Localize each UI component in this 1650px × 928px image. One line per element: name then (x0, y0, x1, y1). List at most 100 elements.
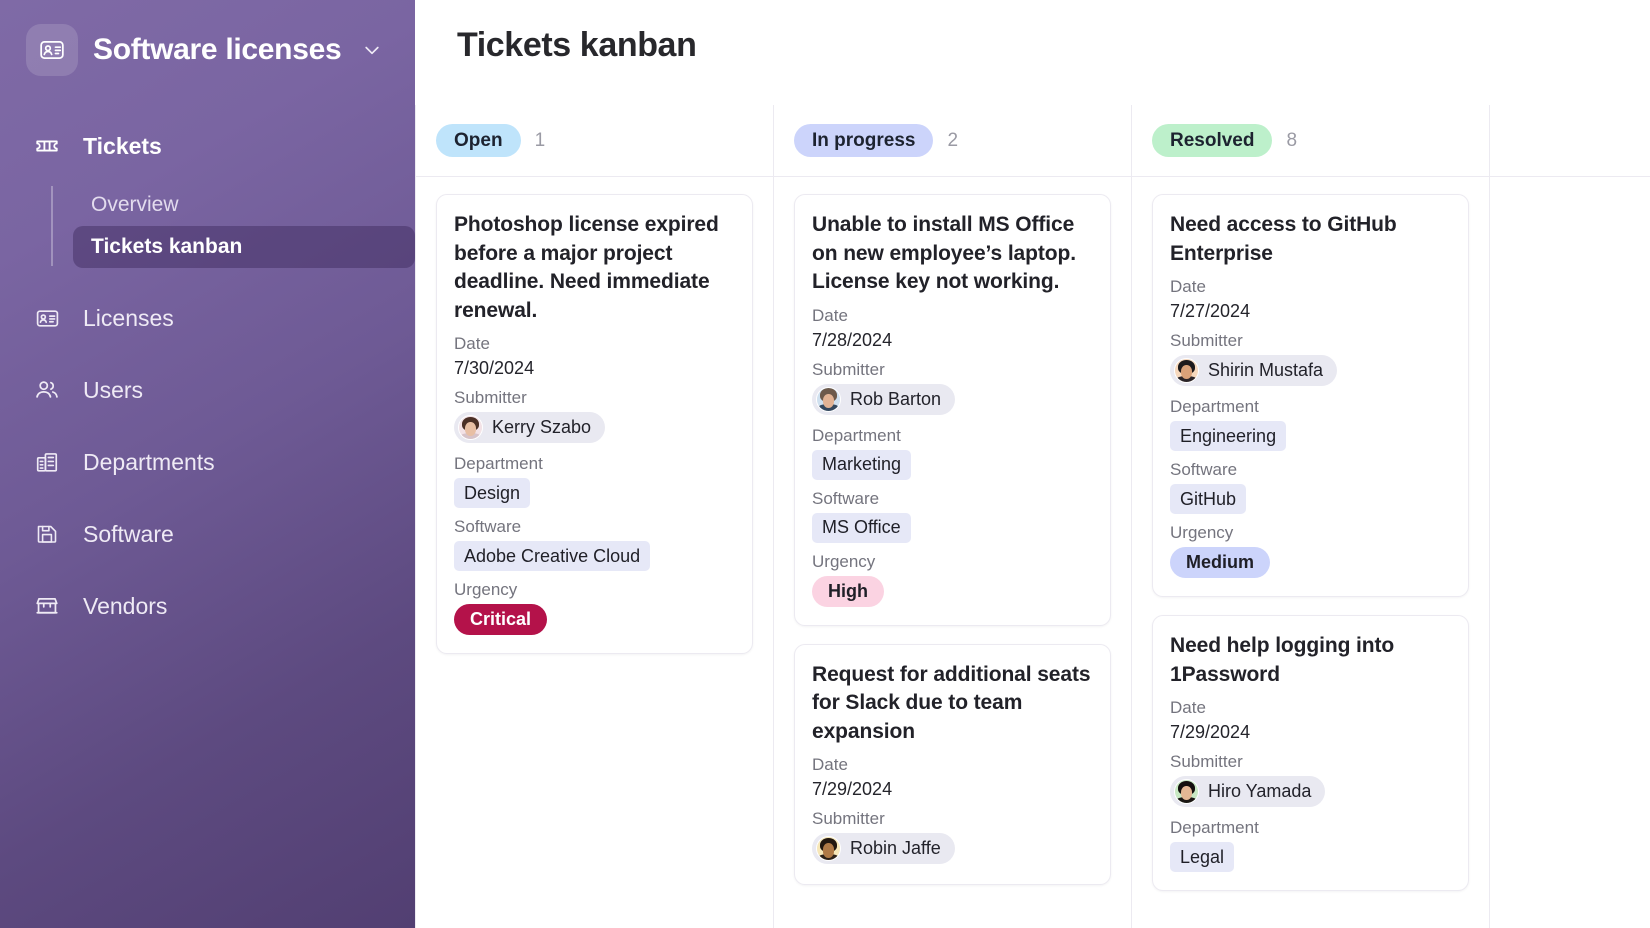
urgency-badge[interactable]: High (812, 575, 884, 607)
field-label-submitter: Submitter (454, 388, 527, 408)
sidebar-item-tickets[interactable]: Tickets (0, 124, 415, 168)
kanban-column-open: Open 1 Photoshop license expired before … (415, 105, 773, 928)
sidebar-item-licenses[interactable]: Licenses (0, 296, 415, 340)
software-tag[interactable]: GitHub (1170, 484, 1247, 515)
sidebar-item-vendors[interactable]: Vendors (0, 584, 415, 628)
sidebar-item-label: Licenses (83, 304, 174, 331)
sidebar-subitem-overview[interactable]: Overview (73, 184, 415, 226)
building-icon (33, 450, 61, 475)
software-tag[interactable]: MS Office (812, 512, 911, 543)
field-label-software: Software (1170, 460, 1238, 480)
sidebar-item-label: Vendors (83, 592, 168, 619)
field-label-software: Software (454, 517, 522, 537)
workspace-name: Software licenses (93, 33, 342, 66)
field-value-date: 7/29/2024 (1170, 722, 1251, 743)
avatar (458, 415, 483, 441)
sidebar-item-label: Tickets (83, 132, 162, 159)
status-badge[interactable]: Open (436, 124, 521, 157)
ticket-card[interactable]: Photoshop license expired before a major… (436, 194, 753, 655)
field-label-submitter: Submitter (1170, 331, 1243, 351)
kanban-column-next (1489, 105, 1650, 928)
card-title: Request for additional seats for Slack d… (812, 662, 1091, 743)
storefront-icon (33, 593, 61, 619)
sidebar-item-label: Departments (83, 448, 215, 475)
ticket-card[interactable]: Need help logging into 1Password Date 7/… (1152, 615, 1469, 892)
card-title: Need help logging into 1Password (1170, 634, 1395, 686)
card-title: Photoshop license expired before a major… (454, 213, 719, 322)
avatar (1174, 779, 1199, 805)
submitter-chip[interactable]: Shirin Mustafa (1170, 355, 1338, 387)
department-tag[interactable]: Design (454, 478, 531, 509)
avatar (816, 836, 841, 862)
sidebar-subnav-tickets: Overview Tickets kanban (0, 184, 415, 268)
column-count: 8 (1286, 129, 1298, 151)
kanban-column-resolved: Resolved 8 Need access to GitHub Enterpr… (1131, 105, 1489, 928)
department-tag[interactable]: Engineering (1170, 421, 1287, 452)
sidebar-item-software[interactable]: Software (0, 512, 415, 556)
kanban-board: Open 1 Photoshop license expired before … (415, 105, 1650, 928)
submitter-chip[interactable]: Rob Barton (812, 383, 956, 415)
column-cards: Need access to GitHub Enterprise Date 7/… (1152, 177, 1469, 892)
submitter-name: Kerry Szabo (492, 417, 592, 438)
contact-card-icon (26, 24, 78, 76)
kanban-column-in-progress: In progress 2 Unable to install MS Offic… (773, 105, 1131, 928)
submitter-chip[interactable]: Robin Jaffe (812, 833, 955, 865)
column-header: Resolved 8 (1132, 105, 1489, 177)
field-value-date: 7/30/2024 (454, 358, 535, 379)
column-header: Open 1 (416, 105, 773, 177)
card-title: Need access to GitHub Enterprise (1170, 213, 1397, 265)
status-badge[interactable]: In progress (794, 124, 934, 157)
license-card-icon (33, 306, 61, 331)
submitter-chip[interactable]: Hiro Yamada (1170, 776, 1326, 808)
app-root: Software licenses Tickets Overview Ticke… (0, 0, 1650, 928)
column-header: In progress 2 (774, 105, 1131, 177)
ticket-card[interactable]: Unable to install MS Office on new emplo… (794, 194, 1111, 626)
field-value-date: 7/28/2024 (812, 329, 893, 350)
field-label-date: Date (812, 305, 848, 325)
field-label-urgency: Urgency (454, 580, 518, 600)
workspace-switcher[interactable]: Software licenses (0, 22, 415, 78)
field-label-urgency: Urgency (1170, 523, 1234, 543)
ticket-icon (33, 133, 61, 159)
sidebar-subitem-label: Overview (91, 193, 179, 216)
department-tag[interactable]: Legal (1170, 842, 1235, 873)
floppy-disk-icon (33, 522, 61, 546)
field-value-date: 7/29/2024 (812, 779, 893, 800)
submitter-name: Hiro Yamada (1208, 781, 1312, 802)
ticket-card[interactable]: Request for additional seats for Slack d… (794, 643, 1111, 886)
chevron-down-icon[interactable] (362, 40, 382, 60)
field-value-date: 7/27/2024 (1170, 301, 1251, 322)
field-label-submitter: Submitter (812, 359, 885, 379)
sidebar-subitem-tickets-kanban[interactable]: Tickets kanban (73, 226, 415, 268)
card-title: Unable to install MS Office on new emplo… (812, 213, 1076, 294)
page-title: Tickets kanban (457, 26, 697, 64)
field-label-date: Date (454, 334, 490, 354)
submitter-chip[interactable]: Kerry Szabo (454, 412, 606, 444)
sidebar-item-departments[interactable]: Departments (0, 440, 415, 484)
field-label-submitter: Submitter (812, 809, 885, 829)
column-cards: Photoshop license expired before a major… (436, 177, 753, 655)
sidebar-subitem-label: Tickets kanban (91, 235, 243, 258)
main-content: Tickets kanban Open 1 Photoshop license … (415, 0, 1650, 928)
submitter-name: Shirin Mustafa (1208, 360, 1324, 381)
sidebar-item-label: Users (83, 376, 144, 403)
ticket-card[interactable]: Need access to GitHub Enterprise Date 7/… (1152, 194, 1469, 598)
field-label-department: Department (1170, 397, 1259, 417)
submitter-name: Rob Barton (850, 388, 942, 409)
field-label-urgency: Urgency (812, 551, 876, 571)
status-badge[interactable]: Resolved (1152, 124, 1273, 157)
avatar (816, 386, 841, 412)
field-label-department: Department (812, 425, 901, 445)
column-cards: Unable to install MS Office on new emplo… (794, 177, 1111, 886)
software-tag[interactable]: Adobe Creative Cloud (454, 541, 651, 572)
submitter-name: Robin Jaffe (850, 838, 941, 859)
sidebar-item-label: Software (83, 520, 174, 547)
sidebar-item-users[interactable]: Users (0, 368, 415, 412)
urgency-badge[interactable]: Medium (1170, 547, 1271, 579)
urgency-badge[interactable]: Critical (454, 604, 548, 636)
column-header (1490, 105, 1650, 177)
field-label-date: Date (1170, 698, 1206, 718)
department-tag[interactable]: Marketing (812, 449, 912, 480)
field-label-date: Date (812, 755, 848, 775)
column-count: 1 (534, 129, 546, 151)
